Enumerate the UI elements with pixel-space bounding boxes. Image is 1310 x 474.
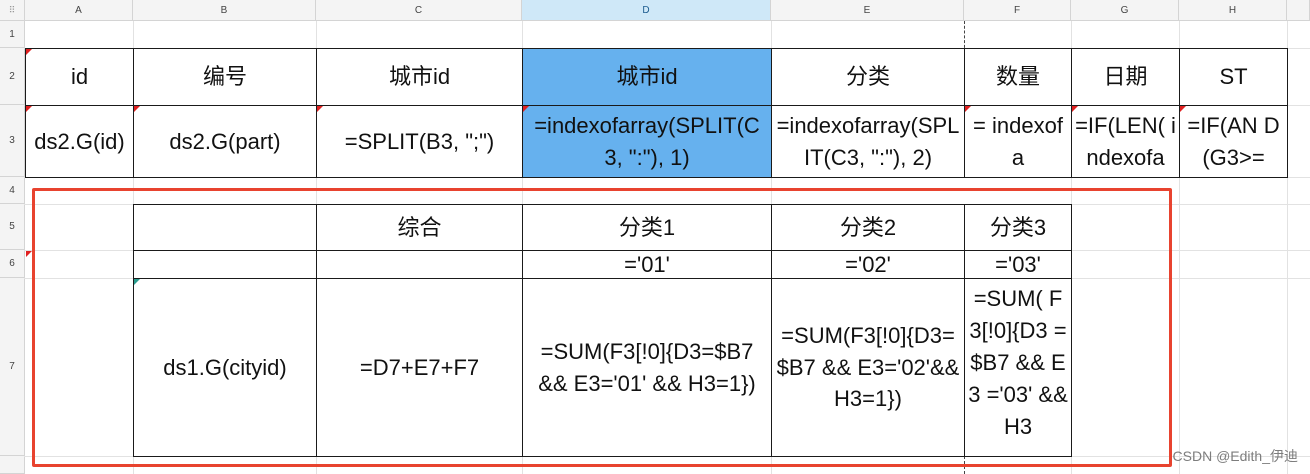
- spreadsheet: ⠿ A B C D E F G H 1 2 3 4 5 6 7 id 编号 城市…: [0, 0, 1310, 474]
- cell-e5[interactable]: 分类2: [771, 204, 965, 251]
- cell-h2[interactable]: ST: [1179, 48, 1288, 106]
- comment-marker-icon[interactable]: [1180, 106, 1186, 112]
- cell-c5[interactable]: 综合: [316, 204, 523, 251]
- cell-g3[interactable]: =IF(LEN( indexofa: [1071, 105, 1180, 178]
- column-header-c[interactable]: C: [316, 0, 522, 21]
- row-header-8: [0, 456, 25, 474]
- cell-a2[interactable]: id: [25, 48, 134, 106]
- row-header-3[interactable]: 3: [0, 105, 25, 177]
- cell-d6[interactable]: ='01': [522, 250, 772, 279]
- row-header-7[interactable]: 7: [0, 278, 25, 456]
- row-header-6[interactable]: 6: [0, 250, 25, 278]
- cell-f3[interactable]: = indexofa: [964, 105, 1072, 178]
- cell-h3[interactable]: =IF(AN D(G3>=: [1179, 105, 1288, 178]
- cell-c7[interactable]: =D7+E7+F7: [316, 278, 523, 457]
- page-break-line: [964, 456, 965, 474]
- column-header-d[interactable]: D: [522, 0, 771, 21]
- expand-marker-icon[interactable]: [134, 279, 140, 285]
- cell-a3[interactable]: ds2.G(id): [25, 105, 134, 178]
- column-header-b[interactable]: B: [133, 0, 316, 21]
- cell-b2[interactable]: 编号: [133, 48, 317, 106]
- comment-marker-icon[interactable]: [26, 106, 32, 112]
- comment-marker-icon[interactable]: [965, 106, 971, 112]
- column-header-g[interactable]: G: [1071, 0, 1179, 21]
- comment-marker-icon[interactable]: [317, 106, 323, 112]
- cell-d5[interactable]: 分类1: [522, 204, 772, 251]
- select-all-corner[interactable]: ⠿: [0, 0, 25, 21]
- cell-b6[interactable]: [133, 250, 317, 279]
- cell-f5[interactable]: 分类3: [964, 204, 1072, 251]
- cell-e7[interactable]: =SUM(F3[!0]{D3=$B7 && E3='02'&& H3=1}): [771, 278, 965, 457]
- column-header-e[interactable]: E: [771, 0, 964, 21]
- column-header-h[interactable]: H: [1179, 0, 1287, 21]
- row-header-2[interactable]: 2: [0, 48, 25, 105]
- cell-c3[interactable]: =SPLIT(B3, ";"): [316, 105, 523, 178]
- cell-e2[interactable]: 分类: [771, 48, 965, 106]
- comment-marker-icon[interactable]: [26, 251, 32, 257]
- cell-f7[interactable]: =SUM( F3[!0]{D3 =$B7 && E3 ='03' && H3: [964, 278, 1072, 457]
- cell-d7[interactable]: =SUM(F3[!0]{D3=$B7 && E3='01' && H3=1}): [522, 278, 772, 457]
- cell-e6[interactable]: ='02': [771, 250, 965, 279]
- cell-e3[interactable]: =indexofarray(SPLIT(C3, ":"), 2): [771, 105, 965, 178]
- comment-marker-icon[interactable]: [26, 49, 32, 55]
- cell-f2[interactable]: 数量: [964, 48, 1072, 106]
- column-header-blank: [1287, 0, 1310, 21]
- cell-f6[interactable]: ='03': [964, 250, 1072, 279]
- cell-b7[interactable]: ds1.G(cityid): [133, 278, 317, 457]
- cell-b3[interactable]: ds2.G(part): [133, 105, 317, 178]
- comment-marker-icon[interactable]: [1072, 106, 1078, 112]
- cell-g2[interactable]: 日期: [1071, 48, 1180, 106]
- row-header-1[interactable]: 1: [0, 21, 25, 48]
- cell-b5[interactable]: [133, 204, 317, 251]
- cell-d2-selected[interactable]: 城市id: [522, 48, 772, 106]
- row-header-5[interactable]: 5: [0, 204, 25, 250]
- cell-d3-selected[interactable]: =indexofarray(SPLIT(C3, ":"), 1): [522, 105, 772, 178]
- column-header-a[interactable]: A: [25, 0, 133, 21]
- cell-c2[interactable]: 城市id: [316, 48, 523, 106]
- column-header-f[interactable]: F: [964, 0, 1071, 21]
- cell-c6[interactable]: [316, 250, 523, 279]
- comment-marker-icon[interactable]: [134, 106, 140, 112]
- comment-marker-icon[interactable]: [523, 106, 529, 112]
- row-header-4[interactable]: 4: [0, 177, 25, 204]
- watermark: CSDN @Edith_伊迪: [1172, 448, 1298, 464]
